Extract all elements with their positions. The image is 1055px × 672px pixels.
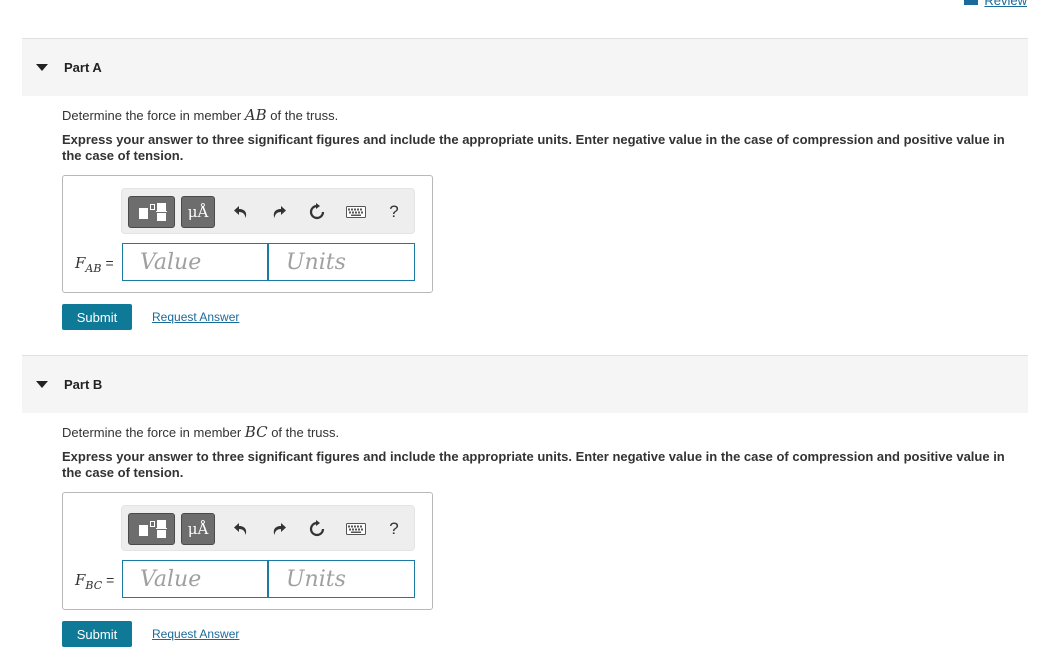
redo-icon[interactable] — [268, 196, 290, 228]
undo-icon[interactable] — [230, 513, 252, 545]
question-suffix: of the truss. — [267, 425, 340, 440]
templates-icon[interactable] — [128, 196, 175, 228]
caret-down-icon[interactable] — [36, 64, 48, 71]
math-toolbar: μÅ ? — [121, 505, 415, 551]
units-input[interactable] — [268, 560, 415, 598]
review-link[interactable]: Review — [964, 0, 1027, 8]
part-a-question: Determine the force in member AB of the … — [62, 106, 1028, 124]
book-icon — [964, 0, 979, 5]
submit-button[interactable]: Submit — [62, 621, 132, 647]
caret-down-icon[interactable] — [36, 381, 48, 388]
question-prefix: Determine the force in member — [62, 108, 245, 123]
answer-box: μÅ ? FAB = — [62, 175, 433, 293]
part-b-header[interactable]: Part B — [22, 355, 1028, 413]
member-label: AB — [244, 106, 267, 124]
math-toolbar: μÅ ? — [121, 188, 415, 234]
keyboard-icon[interactable] — [344, 196, 368, 228]
request-answer-link[interactable]: Request Answer — [152, 310, 239, 324]
help-icon[interactable]: ? — [384, 196, 404, 228]
question-suffix: of the truss. — [266, 108, 339, 123]
answer-box: μÅ ? FBC = — [62, 492, 433, 610]
part-b: Part B Determine the force in member BC … — [22, 355, 1028, 647]
part-a: Part A Determine the force in member AB … — [22, 38, 1028, 330]
part-b-instruction: Express your answer to three significant… — [62, 449, 1005, 480]
reset-icon[interactable] — [306, 196, 328, 228]
review-label: Review — [984, 0, 1027, 8]
redo-icon[interactable] — [268, 513, 290, 545]
units-input[interactable] — [268, 243, 415, 281]
request-answer-link[interactable]: Request Answer — [152, 627, 239, 641]
keyboard-icon[interactable] — [344, 513, 368, 545]
help-icon[interactable]: ? — [384, 513, 404, 545]
units-icon[interactable]: μÅ — [181, 196, 215, 228]
undo-icon[interactable] — [230, 196, 252, 228]
part-a-header[interactable]: Part A — [22, 38, 1028, 96]
member-label: BC — [244, 423, 268, 441]
variable-label: FBC = — [75, 571, 115, 592]
part-a-instruction: Express your answer to three significant… — [62, 132, 1005, 163]
units-icon[interactable]: μÅ — [181, 513, 215, 545]
part-b-question: Determine the force in member BC of the … — [62, 423, 1028, 441]
value-input[interactable] — [122, 560, 268, 598]
templates-icon[interactable] — [128, 513, 175, 545]
question-prefix: Determine the force in member — [62, 425, 245, 440]
part-b-title: Part B — [64, 377, 103, 392]
reset-icon[interactable] — [306, 513, 328, 545]
variable-label: FAB = — [75, 254, 114, 275]
value-input[interactable] — [122, 243, 268, 281]
part-a-title: Part A — [64, 60, 102, 75]
submit-button[interactable]: Submit — [62, 304, 132, 330]
